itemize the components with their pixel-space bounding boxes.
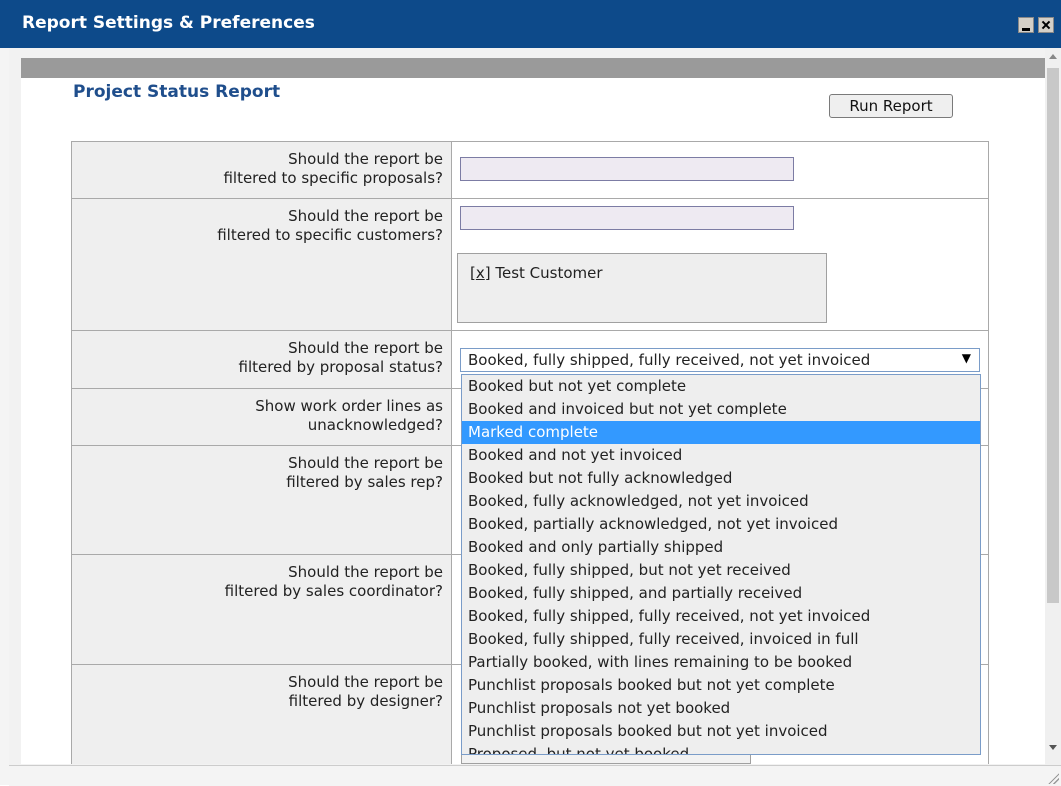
status-label-line2: filtered by proposal status? (238, 358, 443, 376)
status-option[interactable]: Booked, fully acknowledged, not yet invo… (462, 490, 980, 513)
work-order-label: Show work order lines as unacknowledged? (71, 388, 452, 446)
proposals-label-line1: Should the report be (288, 150, 443, 168)
status-option[interactable]: Booked, fully shipped, fully received, n… (462, 605, 980, 628)
status-option[interactable]: Punchlist proposals not yet booked (462, 697, 980, 720)
customers-filter-input[interactable] (460, 206, 794, 230)
status-option[interactable]: Booked, fully shipped, and partially rec… (462, 582, 980, 605)
selected-customers-box: [x] Test Customer (457, 253, 827, 323)
row-proposals: Should the report be filtered to specifi… (71, 141, 989, 199)
status-option[interactable]: Booked but not yet complete (462, 375, 980, 398)
status-option[interactable]: Booked and invoiced but not yet complete (462, 398, 980, 421)
panel-header-bar (21, 58, 1045, 78)
status-dropdown-list[interactable]: Booked but not yet complete Booked and in… (461, 374, 981, 755)
close-icon[interactable] (1038, 17, 1054, 33)
proposals-label-line2: filtered to specific proposals? (223, 169, 443, 187)
status-option[interactable]: Partially booked, with lines remaining t… (462, 651, 980, 674)
row-customers: Should the report be filtered to specifi… (71, 198, 989, 331)
scroll-up-icon[interactable] (1049, 54, 1057, 59)
report-settings-content: Project Status Report Run Report Should … (21, 78, 1045, 764)
status-option[interactable]: Booked, partially acknowledged, not yet … (462, 513, 980, 536)
proposals-filter-input[interactable] (460, 157, 794, 181)
sales-rep-label: Should the report be filtered by sales r… (71, 445, 452, 555)
remove-customer-link[interactable]: x (476, 264, 485, 282)
report-title: Project Status Report (73, 82, 281, 102)
designer-label-line2: filtered by designer? (288, 692, 443, 710)
status-option[interactable]: Booked and only partially shipped (462, 536, 980, 559)
designer-label-line1: Should the report be (288, 673, 443, 691)
status-select-value: Booked, fully shipped, fully received, n… (468, 351, 871, 369)
sales-coordinator-label-line2: filtered by sales coordinator? (224, 582, 443, 600)
proposals-cell (451, 141, 989, 199)
status-option[interactable]: Marked complete (462, 421, 980, 444)
status-label: Should the report be filtered by proposa… (71, 330, 452, 389)
resize-grip-icon[interactable] (1047, 772, 1059, 784)
customers-cell: [x] Test Customer (451, 198, 989, 331)
status-option[interactable]: Proposed, but not yet booked (462, 743, 980, 754)
status-select[interactable]: Booked, fully shipped, fully received, n… (460, 348, 980, 372)
scrollbar-thumb[interactable] (1047, 68, 1059, 603)
status-bar (9, 765, 1061, 786)
status-option[interactable]: Punchlist proposals booked but not yet i… (462, 720, 980, 743)
status-label-line1: Should the report be (288, 339, 443, 357)
sales-coordinator-label: Should the report be filtered by sales c… (71, 554, 452, 665)
customers-label-line1: Should the report be (288, 207, 443, 225)
sales-rep-label-line2: filtered by sales rep? (286, 473, 443, 491)
status-option[interactable]: Booked and not yet invoiced (462, 444, 980, 467)
customers-label-line2: filtered to specific customers? (217, 226, 443, 244)
sales-coordinator-label-line1: Should the report be (288, 563, 443, 581)
work-order-label-line1: Show work order lines as (255, 397, 443, 415)
status-option[interactable]: Booked, fully shipped, fully received, i… (462, 628, 980, 651)
customer-tag: Test Customer (495, 264, 603, 282)
window-titlebar: Report Settings & Preferences (0, 0, 1061, 48)
customers-label: Should the report be filtered to specifi… (71, 198, 452, 331)
scroll-down-icon[interactable] (1049, 745, 1057, 750)
window-title: Report Settings & Preferences (22, 13, 315, 33)
chevron-down-icon[interactable]: ▼ (962, 351, 971, 365)
status-option[interactable]: Booked but not fully acknowledged (462, 467, 980, 490)
sales-rep-label-line1: Should the report be (288, 454, 443, 472)
status-option[interactable]: Booked, fully shipped, but not yet recei… (462, 559, 980, 582)
proposals-label: Should the report be filtered to specifi… (71, 141, 452, 199)
minimize-icon[interactable] (1018, 17, 1034, 33)
status-option[interactable]: Punchlist proposals booked but not yet c… (462, 674, 980, 697)
vertical-scrollbar[interactable] (1045, 48, 1061, 765)
run-report-button[interactable]: Run Report (829, 94, 953, 118)
designer-label: Should the report be filtered by designe… (71, 664, 452, 764)
work-order-label-line2: unacknowledged? (307, 416, 443, 434)
